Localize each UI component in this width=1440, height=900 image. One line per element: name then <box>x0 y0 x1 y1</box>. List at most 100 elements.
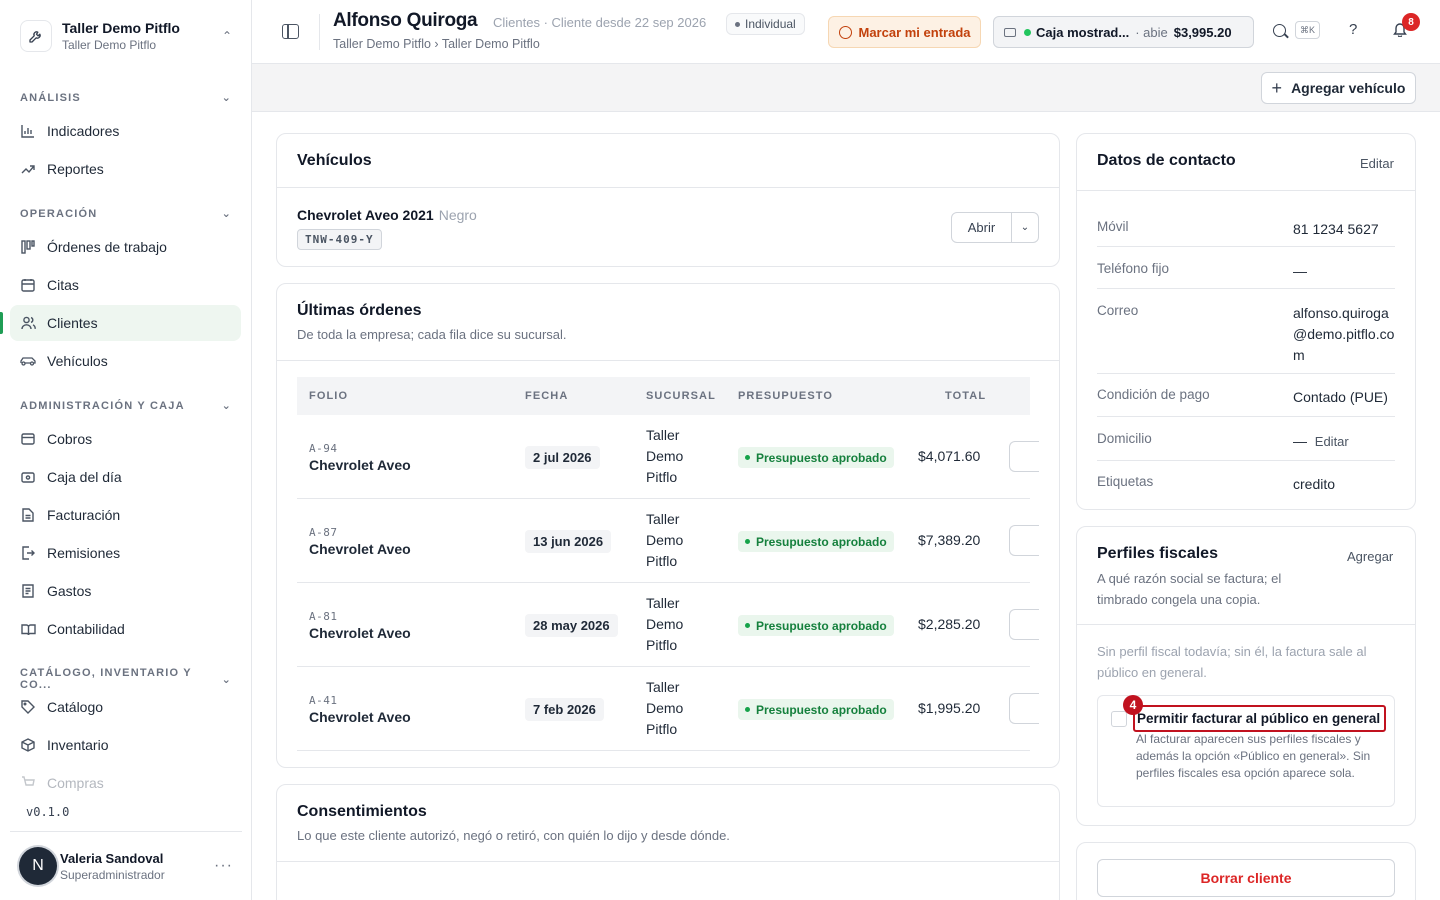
status-dot-icon <box>1024 28 1031 36</box>
col-presupuesto[interactable]: PRESUPUESTO <box>738 390 833 402</box>
sidebar-item-inventario[interactable]: Inventario <box>10 727 241 763</box>
col-fecha[interactable]: FECHA <box>525 390 568 402</box>
sidebar-item-remisiones[interactable]: Remisiones <box>10 535 241 571</box>
field-value: — Editar <box>1293 431 1397 452</box>
sidebar-item-catalogo[interactable]: Catálogo <box>10 689 241 725</box>
sidebar-toggle-icon[interactable] <box>282 24 299 39</box>
edit-address-link[interactable]: Editar <box>1315 434 1349 449</box>
bar-chart-icon <box>20 123 36 139</box>
sidebar-item-facturacion[interactable]: Facturación <box>10 497 241 533</box>
search-icon[interactable] <box>1273 24 1286 37</box>
add-vehicle-button[interactable]: + Agregar vehículo <box>1261 72 1416 104</box>
sidebar-item-ordenes[interactable]: Órdenes de trabajo <box>10 229 241 265</box>
top-header: Alfonso Quiroga Clientes · Cliente desde… <box>252 0 1440 64</box>
field-label: Teléfono fijo <box>1097 261 1170 276</box>
table-row[interactable]: A-94 Chevrolet Aveo 2 jul 2026 Taller Dem… <box>297 415 1039 499</box>
divider <box>277 360 1059 361</box>
field-value-text: — <box>1293 433 1307 449</box>
sidebar-item-caja[interactable]: Caja del día <box>10 459 241 495</box>
section-operacion[interactable]: OPERACIÓN ⌄ <box>20 207 232 221</box>
card-subtitle: De toda la empresa; cada fila dice su su… <box>297 327 567 342</box>
order-date: 7 feb 2026 <box>525 698 604 721</box>
open-vehicle-button[interactable]: Abrir <box>952 213 1012 242</box>
card-subtitle: A qué razón social se factura; el timbra… <box>1097 571 1282 607</box>
open-vehicle-split-button[interactable]: Abrir ⌄ <box>951 212 1039 243</box>
sidebar-item-label: Citas <box>47 277 79 293</box>
col-folio[interactable]: FOLIO <box>309 390 348 402</box>
tag-icon <box>20 699 36 715</box>
register-amount: $3,995.20 <box>1173 24 1232 40</box>
sidebar-item-label: Cobros <box>47 431 93 447</box>
org-name: Taller Demo Pitflo <box>62 20 180 36</box>
sidebar-item-label: Reportes <box>47 161 104 177</box>
vehicle-plate: TNW-409-Y <box>297 229 382 250</box>
section-catalogo[interactable]: CATÁLOGO, INVENTARIO Y CO... ⌄ <box>20 667 232 691</box>
table-row[interactable]: A-41 Chevrolet Aveo 7 feb 2026 Taller Dem… <box>297 667 1039 751</box>
calendar-icon <box>20 277 36 293</box>
sidebar-item-reportes[interactable]: Reportes <box>10 151 241 187</box>
card-title: Datos de contacto <box>1097 152 1236 169</box>
field-label: Móvil <box>1097 219 1129 234</box>
field-label: Correo <box>1097 303 1139 318</box>
section-analisis[interactable]: ANÁLISIS ⌄ <box>20 91 232 105</box>
public-billing-checkbox[interactable] <box>1111 711 1127 727</box>
section-admin[interactable]: ADMINISTRACIÓN Y CAJA ⌄ <box>20 399 232 413</box>
table-header: FOLIO FECHA SUCURSAL PRESUPUESTO TOTAL <box>297 377 1030 415</box>
card-title: Consentimientos <box>297 803 427 820</box>
sidebar-item-citas[interactable]: Citas <box>10 267 241 303</box>
chevron-up-down-icon: ⌃ <box>221 29 232 43</box>
edit-contact-link[interactable]: Editar <box>1360 156 1394 171</box>
branch-line: Taller <box>646 511 680 527</box>
clock-in-button[interactable]: Marcar mi entrada <box>828 16 981 48</box>
sidebar-item-label: Compras <box>47 775 104 791</box>
branch-line: Taller <box>646 679 680 695</box>
add-fiscal-profile-link[interactable]: Agregar <box>1347 549 1393 564</box>
dot-icon <box>745 539 750 544</box>
cash-icon <box>1004 27 1016 37</box>
col-sucursal[interactable]: SUCURSAL <box>646 390 716 402</box>
row-action-button[interactable] <box>1009 525 1039 556</box>
chevron-down-icon: ⌄ <box>221 400 232 412</box>
badge-label: Presupuesto aprobado <box>756 702 887 717</box>
row-action-button[interactable] <box>1009 609 1039 640</box>
more-horizontal-icon[interactable]: ··· <box>214 857 233 875</box>
badge-label: Presupuesto aprobado <box>756 450 887 465</box>
org-switcher[interactable]: Taller Demo Pitflo Taller Demo Pitflo ⌃ <box>10 8 242 64</box>
receipt-icon <box>20 583 36 599</box>
divider <box>1077 190 1415 191</box>
help-icon[interactable]: ? <box>1349 21 1357 38</box>
row-action-button[interactable] <box>1009 693 1039 724</box>
button-label: Agregar vehículo <box>1291 80 1406 96</box>
public-billing-label[interactable]: Permitir facturar al público en general <box>1133 705 1386 732</box>
cash-register-selector[interactable]: Caja mostrad... · abie $3,995.20 <box>993 16 1254 48</box>
branch-line: Pitflo <box>646 553 678 569</box>
order-date: 28 may 2026 <box>525 614 618 637</box>
section-label: OPERACIÓN <box>20 207 98 220</box>
table-row[interactable]: A-87 Chevrolet Aveo 13 jun 2026 Taller De… <box>297 499 1039 583</box>
divider <box>277 861 1059 862</box>
sidebar-item-compras[interactable]: Compras <box>10 765 241 801</box>
badge-label: Presupuesto aprobado <box>756 618 887 633</box>
contact-card: Datos de contacto Editar Móvil 81 1234 56… <box>1076 133 1416 510</box>
breadcrumb[interactable]: Taller Demo Pitflo › Taller Demo Pitflo <box>333 37 540 51</box>
shortcut-hint: ⌘K <box>1295 21 1321 39</box>
sidebar-item-indicadores[interactable]: Indicadores <box>10 113 241 149</box>
sidebar-item-gastos[interactable]: Gastos <box>10 573 241 609</box>
chevron-down-icon[interactable]: ⌄ <box>1012 213 1038 242</box>
sidebar-item-cobros[interactable]: Cobros <box>10 421 241 457</box>
delete-client-button[interactable]: Borrar cliente <box>1097 859 1395 897</box>
table-row[interactable]: A-81 Chevrolet Aveo 28 may 2026 Taller De… <box>297 583 1039 667</box>
sidebar-item-clientes[interactable]: Clientes <box>10 305 241 341</box>
row-action-button[interactable] <box>1009 441 1039 472</box>
budget-status-badge: Presupuesto aprobado <box>738 447 894 468</box>
branch-line: Taller <box>646 427 680 443</box>
cash-icon <box>20 469 36 485</box>
sidebar-item-vehiculos[interactable]: Vehículos <box>10 343 241 379</box>
users-icon <box>20 315 36 331</box>
col-total[interactable]: TOTAL <box>945 390 986 402</box>
user-menu[interactable]: N Valeria Sandoval Superadministrador ··… <box>10 831 242 900</box>
sidebar-item-contabilidad[interactable]: Contabilidad <box>10 611 241 647</box>
field-value: Contado (PUE) <box>1293 389 1388 405</box>
order-vehicle: Chevrolet Aveo <box>309 709 411 725</box>
divider <box>319 14 320 50</box>
